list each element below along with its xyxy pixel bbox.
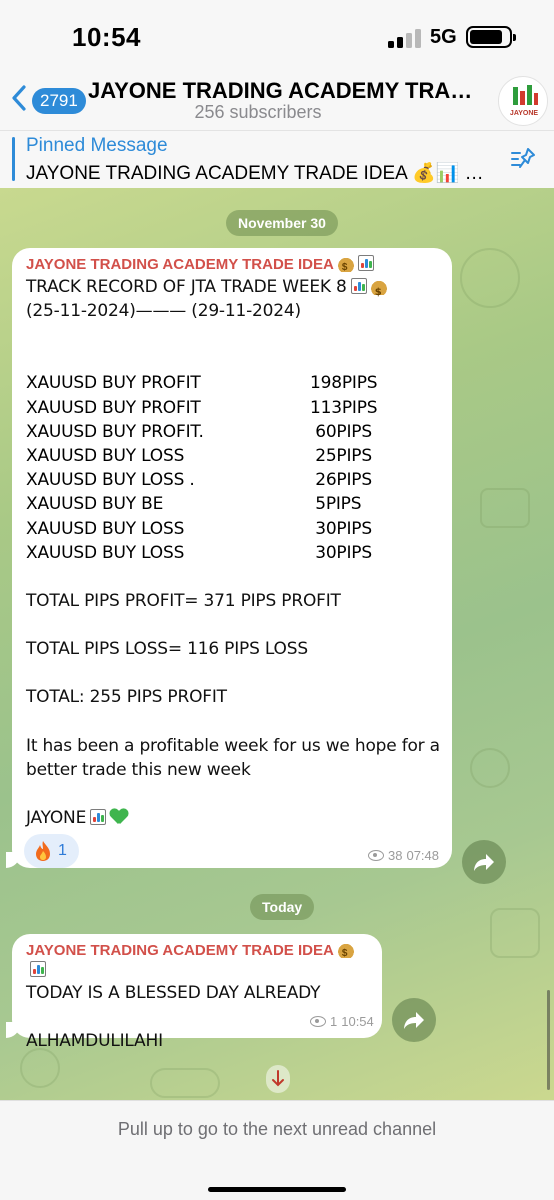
closing-line: It has been a profitable week for us we … [26, 735, 440, 756]
trade-row: XAUUSD BUY LOSS 30PIPS [26, 517, 438, 541]
date-separator: Today [250, 894, 315, 920]
bar-chart-icon [90, 809, 107, 826]
total-result: TOTAL: 255 PIPS PROFIT [26, 687, 227, 708]
share-arrow-icon [404, 1012, 424, 1029]
trade-list: XAUUSD BUY PROFIT 198PIPS XAUUSD BUY PROFI… [26, 371, 438, 565]
trade-row: XAUUSD BUY PROFIT 113PIPS [26, 396, 438, 420]
money-bag-icon [370, 277, 387, 305]
home-indicator[interactable] [208, 1187, 346, 1192]
cellular-signal-icon [388, 28, 422, 48]
bubble-tail [6, 852, 20, 868]
trade-value: 30PIPS [310, 542, 372, 563]
closing-line: better trade this new week [26, 759, 251, 780]
view-count: 38 [388, 848, 403, 863]
bottom-bar[interactable]: Pull up to go to the next unread channel [0, 1100, 554, 1200]
view-count: 1 [330, 1014, 338, 1029]
message-sender[interactable]: JAYONE TRADING ACADEMY TRADE IDEA [26, 940, 368, 981]
next-channel-hint: Pull up to go to the next unread channel [117, 1119, 437, 1139]
status-time: 10:54 [72, 22, 141, 52]
trade-row: XAUUSD BUY LOSS 30PIPS [26, 541, 438, 565]
battery-icon [466, 26, 516, 48]
trade-value: 198PIPS [310, 373, 378, 394]
channel-avatar[interactable]: JAYONE [498, 76, 548, 126]
chevron-left-icon[interactable] [10, 84, 28, 112]
scroll-down-icon[interactable] [266, 1065, 290, 1093]
trade-row: XAUUSD BUY BE 5PIPS [26, 492, 438, 516]
trade-value: 30PIPS [310, 518, 372, 539]
trade-label: XAUUSD BUY PROFIT [26, 373, 201, 394]
pinned-message-bar[interactable]: Pinned Message JAYONE TRADING ACADEMY TR… [0, 130, 554, 188]
scroll-indicator[interactable] [547, 990, 550, 1090]
share-arrow-icon [474, 854, 494, 871]
trade-row: XAUUSD BUY PROFIT. 60PIPS [26, 420, 438, 444]
trade-value: 25PIPS [310, 446, 372, 467]
chat-area[interactable]: November 30 JAYONE TRADING ACADEMY TRADE… [0, 188, 554, 1100]
trade-label: XAUUSD BUY LOSS [26, 446, 185, 467]
trade-label: XAUUSD BUY PROFIT. [26, 421, 204, 442]
pinned-indicator [12, 137, 15, 181]
message-time: 10:54 [341, 1014, 374, 1029]
trade-row: XAUUSD BUY LOSS . 26PIPS [26, 468, 438, 492]
money-bag-icon [337, 254, 354, 278]
pinned-text: JAYONE TRADING ACADEMY TRADE IDEA 💰📊 XA.… [26, 163, 496, 184]
message-sender-name: JAYONE TRADING ACADEMY TRADE IDEA [26, 942, 334, 959]
signature: JAYONE [26, 806, 438, 830]
message-line: ALHAMDULILAHI [26, 1031, 163, 1052]
bar-chart-icon [357, 255, 374, 271]
network-type: 5G [430, 26, 457, 48]
reaction-chip[interactable]: 1 [24, 834, 79, 868]
status-bar: 10:54 5G [0, 0, 554, 72]
channel-message[interactable]: JAYONE TRADING ACADEMY TRADE IDEA TODAY … [6, 934, 382, 1051]
trade-label: XAUUSD BUY BE [26, 494, 164, 515]
trade-row: XAUUSD BUY LOSS 25PIPS [26, 444, 438, 468]
share-button[interactable] [392, 998, 436, 1042]
trade-value: 60PIPS [310, 421, 372, 442]
message-sender[interactable]: JAYONE TRADING ACADEMY TRADE IDEA [26, 254, 438, 278]
message-meta: 1 10:54 [310, 1014, 374, 1029]
trade-value: 113PIPS [310, 397, 378, 418]
trade-label: XAUUSD BUY LOSS . [26, 470, 195, 491]
channel-title[interactable]: JAYONE TRADING ACADEMY TRAD... [88, 78, 478, 104]
trade-label: XAUUSD BUY LOSS [26, 518, 185, 539]
pinned-title: Pinned Message [26, 135, 168, 156]
message-sender-name: JAYONE TRADING ACADEMY TRADE IDEA [26, 256, 334, 273]
bar-chart-icon [30, 961, 46, 977]
trade-label: XAUUSD BUY LOSS [26, 542, 185, 563]
bar-chart-icon [350, 278, 367, 294]
trade-row: XAUUSD BUY PROFIT 198PIPS [26, 371, 438, 395]
views-icon [368, 850, 384, 861]
trade-value: 5PIPS [310, 494, 362, 515]
subscriber-count: 256 subscribers [194, 102, 322, 122]
message-line: TODAY IS A BLESSED DAY ALREADY [26, 983, 321, 1003]
views-icon [310, 1016, 326, 1027]
reaction-count: 1 [58, 842, 67, 859]
bubble-tail [6, 1022, 20, 1038]
message-line: TRACK RECORD OF JTA TRADE WEEK 8 [26, 275, 438, 305]
money-bag-icon [337, 940, 354, 964]
green-heart-icon [110, 809, 128, 825]
trade-value: 26PIPS [310, 470, 372, 491]
date-separator: November 30 [226, 210, 338, 236]
total-profit: TOTAL PIPS PROFIT= 371 PIPS PROFIT [26, 591, 341, 612]
pin-list-icon[interactable] [508, 145, 538, 175]
message-meta: 38 07:48 [368, 848, 439, 863]
unread-count-badge[interactable]: 2791 [32, 88, 86, 114]
trade-label: XAUUSD BUY PROFIT [26, 397, 201, 418]
channel-logo: JAYONE [510, 85, 538, 117]
channel-header: 2791 JAYONE TRADING ACADEMY TRAD... 256 … [0, 72, 554, 130]
total-loss: TOTAL PIPS LOSS= 116 PIPS LOSS [26, 639, 308, 660]
message-time: 07:48 [406, 848, 440, 863]
channel-message[interactable]: JAYONE TRADING ACADEMY TRADE IDEA TRACK … [6, 248, 452, 868]
fire-icon [36, 841, 50, 861]
share-button[interactable] [462, 840, 506, 884]
avatar-text: JAYONE [510, 110, 538, 117]
